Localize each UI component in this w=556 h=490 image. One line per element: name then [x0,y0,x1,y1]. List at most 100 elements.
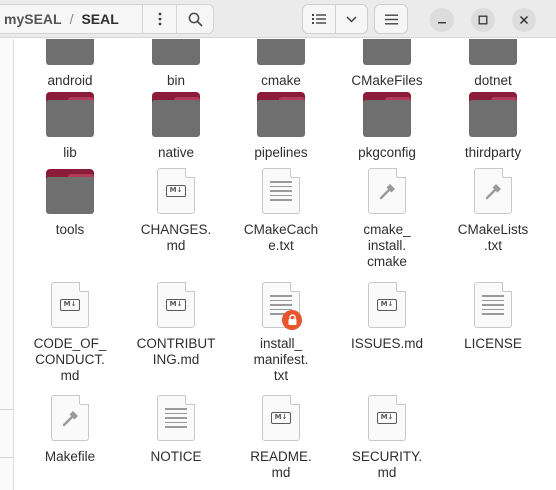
kebab-icon [158,12,161,26]
file-label: LICENSE [464,336,522,351]
file-label: pipelines [254,145,308,160]
folder-item[interactable]: pkgconfig [335,91,439,161]
file-label: cmake [261,73,301,88]
file-label: thirdparty [464,145,522,160]
file-label: CHANGES. md [140,222,212,253]
file-item[interactable]: install_ manifest. txt [229,282,333,384]
file-label: SECURITY. md [351,449,423,480]
hammer-icon [379,184,395,200]
file-item[interactable]: Makefile [18,395,122,465]
list-view-button[interactable] [303,5,335,33]
list-view-icon [311,14,326,24]
file-label: CMakeCach e.txt [243,222,319,253]
file-label: NOTICE [150,449,202,464]
path-bar: mySEAL / SEAL [0,4,214,34]
hamburger-icon [384,14,398,24]
file-item[interactable]: M↓ CODE_OF_ CONDUCT. md [18,282,122,384]
file-label: android [47,73,93,88]
file-label: pkgconfig [358,145,416,160]
maximize-button[interactable] [471,8,495,32]
markdown-file-icon: M↓ [151,282,201,330]
folder-item[interactable]: tools [18,168,122,238]
script-file-icon [45,395,95,443]
folder-item[interactable]: thirdparty [441,91,545,161]
file-label: CONTRIBUT ING.md [136,336,216,367]
breadcrumb-parent[interactable]: mySEAL [0,11,68,27]
file-label: bin [166,73,185,88]
search-button[interactable] [176,5,213,33]
file-item[interactable]: cmake_ install. cmake [335,168,439,270]
file-label: lib [63,145,77,160]
text-file-icon [256,168,306,216]
search-icon [188,12,202,26]
script-file-icon [468,168,518,216]
path-menu-button[interactable] [142,5,176,33]
folder-icon [256,91,306,139]
header-bar: mySEAL / SEAL [0,0,556,38]
close-icon [519,15,529,25]
file-label: tools [55,222,85,237]
maximize-icon [478,15,488,25]
markdown-file-icon: M↓ [45,282,95,330]
file-label: CODE_OF_ CONDUCT. md [33,336,107,383]
close-button[interactable] [512,8,536,32]
hammer-icon [485,184,501,200]
folder-icon [151,39,201,67]
folder-icon [45,168,95,216]
folder-icon [45,91,95,139]
file-label: CMakeLists .txt [457,222,529,253]
file-item[interactable]: M↓ CHANGES. md [124,168,228,254]
view-options-dropdown[interactable] [334,5,368,33]
folder-item[interactable]: android [18,39,122,89]
text-file-icon [468,282,518,330]
file-item[interactable]: LICENSE [441,282,545,352]
main-menu-button[interactable] [374,4,408,34]
markdown-file-icon: M↓ [151,168,201,216]
folder-icon [362,39,412,67]
file-item[interactable]: M↓ SECURITY. md [335,395,439,481]
minimize-button[interactable] [430,8,454,32]
view-switcher [302,4,368,34]
sidebar-divider [0,457,14,458]
text-file-icon [256,282,306,330]
file-item[interactable]: M↓ ISSUES.md [335,282,439,352]
folder-icon [468,91,518,139]
file-label: CMakeFiles [351,73,423,88]
folder-item[interactable]: pipelines [229,91,333,161]
markdown-file-icon: M↓ [362,395,412,443]
sidebar-edge[interactable] [0,39,14,490]
folder-item[interactable]: cmake [229,39,333,89]
chevron-down-icon [346,15,357,23]
folder-item[interactable]: CMakeFiles [335,39,439,89]
file-label: ISSUES.md [350,336,424,351]
folder-item[interactable]: bin [124,39,228,89]
text-file-icon [151,395,201,443]
folder-item[interactable]: native [124,91,228,161]
folder-icon [256,39,306,67]
file-item[interactable]: CMakeLists .txt [441,168,545,254]
hammer-icon [62,411,78,427]
folder-item[interactable]: lib [18,91,122,161]
file-item[interactable]: NOTICE [124,395,228,465]
file-label: dotnet [474,73,512,88]
markdown-file-icon: M↓ [362,282,412,330]
file-label: cmake_ install. cmake [363,222,411,269]
folder-icon [45,39,95,67]
breadcrumb-current[interactable]: SEAL [75,11,124,27]
file-label: install_ manifest. txt [253,336,309,383]
markdown-file-icon: M↓ [256,395,306,443]
minimize-icon [438,22,446,24]
lock-icon [282,310,302,330]
script-file-icon [362,168,412,216]
file-grid: android bin cmake CMakeFiles dotnet lib … [0,39,556,490]
folder-item[interactable]: dotnet [441,39,545,89]
file-label: Makefile [44,449,96,464]
folder-icon [362,91,412,139]
folder-icon [468,39,518,67]
file-label: native [157,145,195,160]
file-item[interactable]: M↓ CONTRIBUT ING.md [124,282,228,368]
file-item[interactable]: M↓ README. md [229,395,333,481]
file-item[interactable]: CMakeCach e.txt [229,168,333,254]
folder-icon [151,91,201,139]
file-label: README. md [250,449,312,480]
